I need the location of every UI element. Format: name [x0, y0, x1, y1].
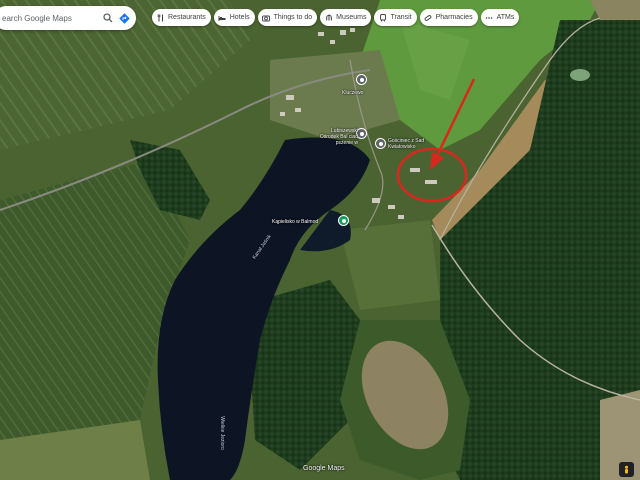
person-icon: [625, 465, 628, 474]
search-input[interactable]: [2, 13, 98, 23]
search-icon[interactable]: [102, 12, 114, 24]
chip-museums[interactable]: Museums: [320, 9, 372, 26]
layers-toggle[interactable]: [619, 462, 634, 477]
place-label[interactable]: Kluczewo: [342, 90, 363, 96]
pill-icon: [424, 13, 433, 22]
place-pin-beach[interactable]: [338, 215, 349, 226]
chip-label: Hotels: [229, 14, 250, 21]
chip-hotels[interactable]: Hotels: [213, 9, 255, 26]
directions-icon[interactable]: [118, 12, 130, 24]
place-pin[interactable]: [356, 74, 367, 85]
place-label[interactable]: Kąpielisko w Balmod: [272, 219, 318, 225]
chip-label: Restaurants: [168, 14, 206, 21]
chip-things-to-do[interactable]: Things to do: [257, 9, 318, 26]
chip-label: Transit: [390, 14, 412, 21]
more-dots-icon: [485, 13, 494, 22]
chip-label: Pharmacies: [435, 14, 473, 21]
place-label[interactable]: Gościniec z Sad Kwiatowisko: [388, 138, 430, 150]
chip-transit[interactable]: Transit: [374, 9, 417, 26]
chip-atms[interactable]: ATMs: [480, 9, 520, 26]
chip-label: ATMs: [496, 14, 515, 21]
search-box[interactable]: [0, 6, 136, 30]
category-chips: Restaurants Hotels Things to do Museums …: [152, 9, 520, 26]
train-icon: [378, 13, 387, 22]
camera-icon: [262, 13, 271, 22]
satellite-map[interactable]: [0, 0, 640, 480]
fork-knife-icon: [156, 13, 165, 22]
chip-label: Things to do: [273, 14, 313, 21]
water-label: Wielkie Jezioro: [218, 416, 225, 450]
museum-icon: [324, 13, 333, 22]
chip-restaurants[interactable]: Restaurants: [152, 9, 211, 26]
chip-pharmacies[interactable]: Pharmacies: [419, 9, 478, 26]
place-pin[interactable]: [375, 138, 386, 149]
google-maps-watermark: Google Maps: [303, 465, 345, 472]
chip-label: Museums: [336, 14, 367, 21]
place-label[interactable]: Lubiszewski Ośrodek Bal ciad pszenie w: [318, 128, 358, 146]
bed-icon: [218, 13, 227, 22]
forest-clearing: [570, 69, 590, 81]
